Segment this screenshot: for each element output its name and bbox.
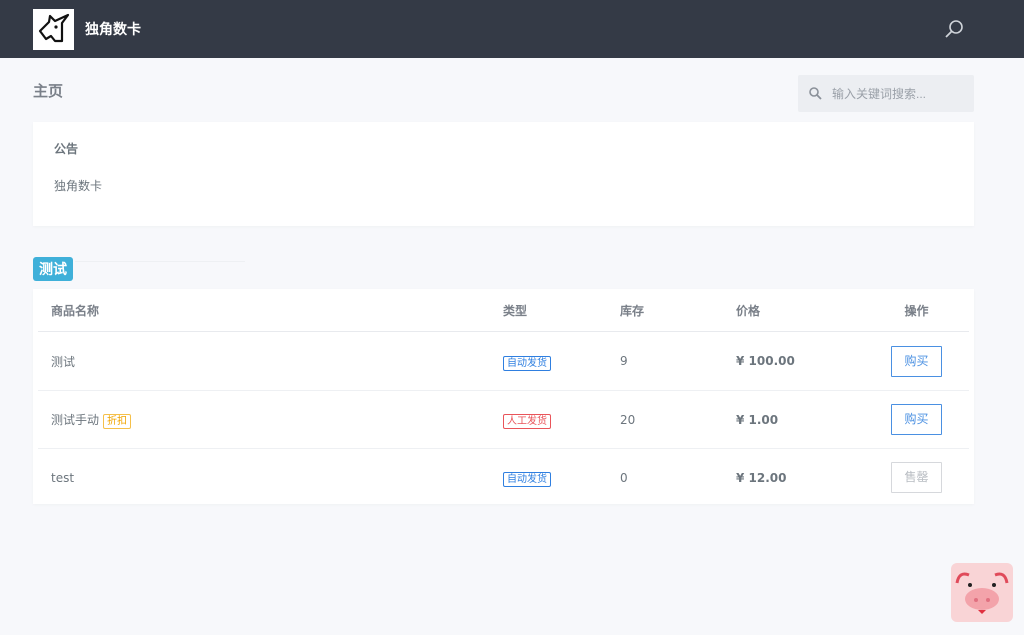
pig-mascot-icon[interactable] bbox=[951, 563, 1013, 622]
top-navbar: 独角数卡 bbox=[0, 0, 1024, 58]
price: ¥ 12.00 bbox=[736, 470, 787, 485]
header-price: 价格 bbox=[736, 303, 761, 318]
product-name: test bbox=[51, 470, 75, 485]
product-table: 商品名称 类型 库存 价格 操作 测试 自动发货 9 ¥ 100.00 购买 测… bbox=[33, 289, 974, 504]
buy-button[interactable]: 购买 bbox=[891, 345, 942, 377]
table-row: 测试 自动发货 9 ¥ 100.00 购买 bbox=[38, 332, 969, 390]
price: ¥ 1.00 bbox=[736, 412, 779, 427]
product-name: 测试手动 bbox=[51, 413, 100, 427]
table-header: 商品名称 类型 库存 价格 操作 bbox=[38, 289, 969, 332]
notice-body: 独角数卡 bbox=[54, 179, 103, 193]
search-input[interactable] bbox=[832, 86, 962, 101]
category-label: 测试 bbox=[33, 257, 73, 281]
header-stock: 库存 bbox=[620, 303, 645, 318]
header-action: 操作 bbox=[904, 303, 929, 318]
category-divider bbox=[75, 261, 245, 262]
type-badge: 自动发货 bbox=[503, 355, 551, 371]
search-icon bbox=[809, 87, 822, 100]
header-name: 商品名称 bbox=[51, 303, 100, 318]
header-type: 类型 bbox=[503, 303, 528, 318]
search-icon[interactable] bbox=[944, 19, 964, 39]
table-row: test 自动发货 0 ¥ 12.00 售罄 bbox=[38, 448, 969, 506]
price: ¥ 100.00 bbox=[736, 354, 795, 368]
stock: 20 bbox=[620, 412, 636, 427]
type-badge: 自动发货 bbox=[503, 472, 551, 487]
discount-badge: 折扣 bbox=[103, 414, 132, 429]
stock: 9 bbox=[620, 354, 628, 368]
brand-name[interactable]: 独角数卡 bbox=[85, 19, 141, 39]
sold-out-button: 售罄 bbox=[891, 462, 942, 493]
type-badge: 人工发货 bbox=[503, 414, 551, 429]
stock: 0 bbox=[620, 470, 628, 485]
search-box[interactable] bbox=[798, 75, 974, 112]
notice-heading: 公告 bbox=[54, 142, 79, 156]
page-title: 主页 bbox=[33, 82, 64, 100]
notice-card: 公告 独角数卡 bbox=[33, 122, 974, 226]
buy-button[interactable]: 购买 bbox=[891, 404, 942, 435]
table-row: 测试手动 折扣 人工发货 20 ¥ 1.00 购买 bbox=[38, 390, 969, 448]
product-name: 测试 bbox=[51, 354, 76, 369]
unicorn-logo-icon[interactable] bbox=[33, 8, 74, 50]
